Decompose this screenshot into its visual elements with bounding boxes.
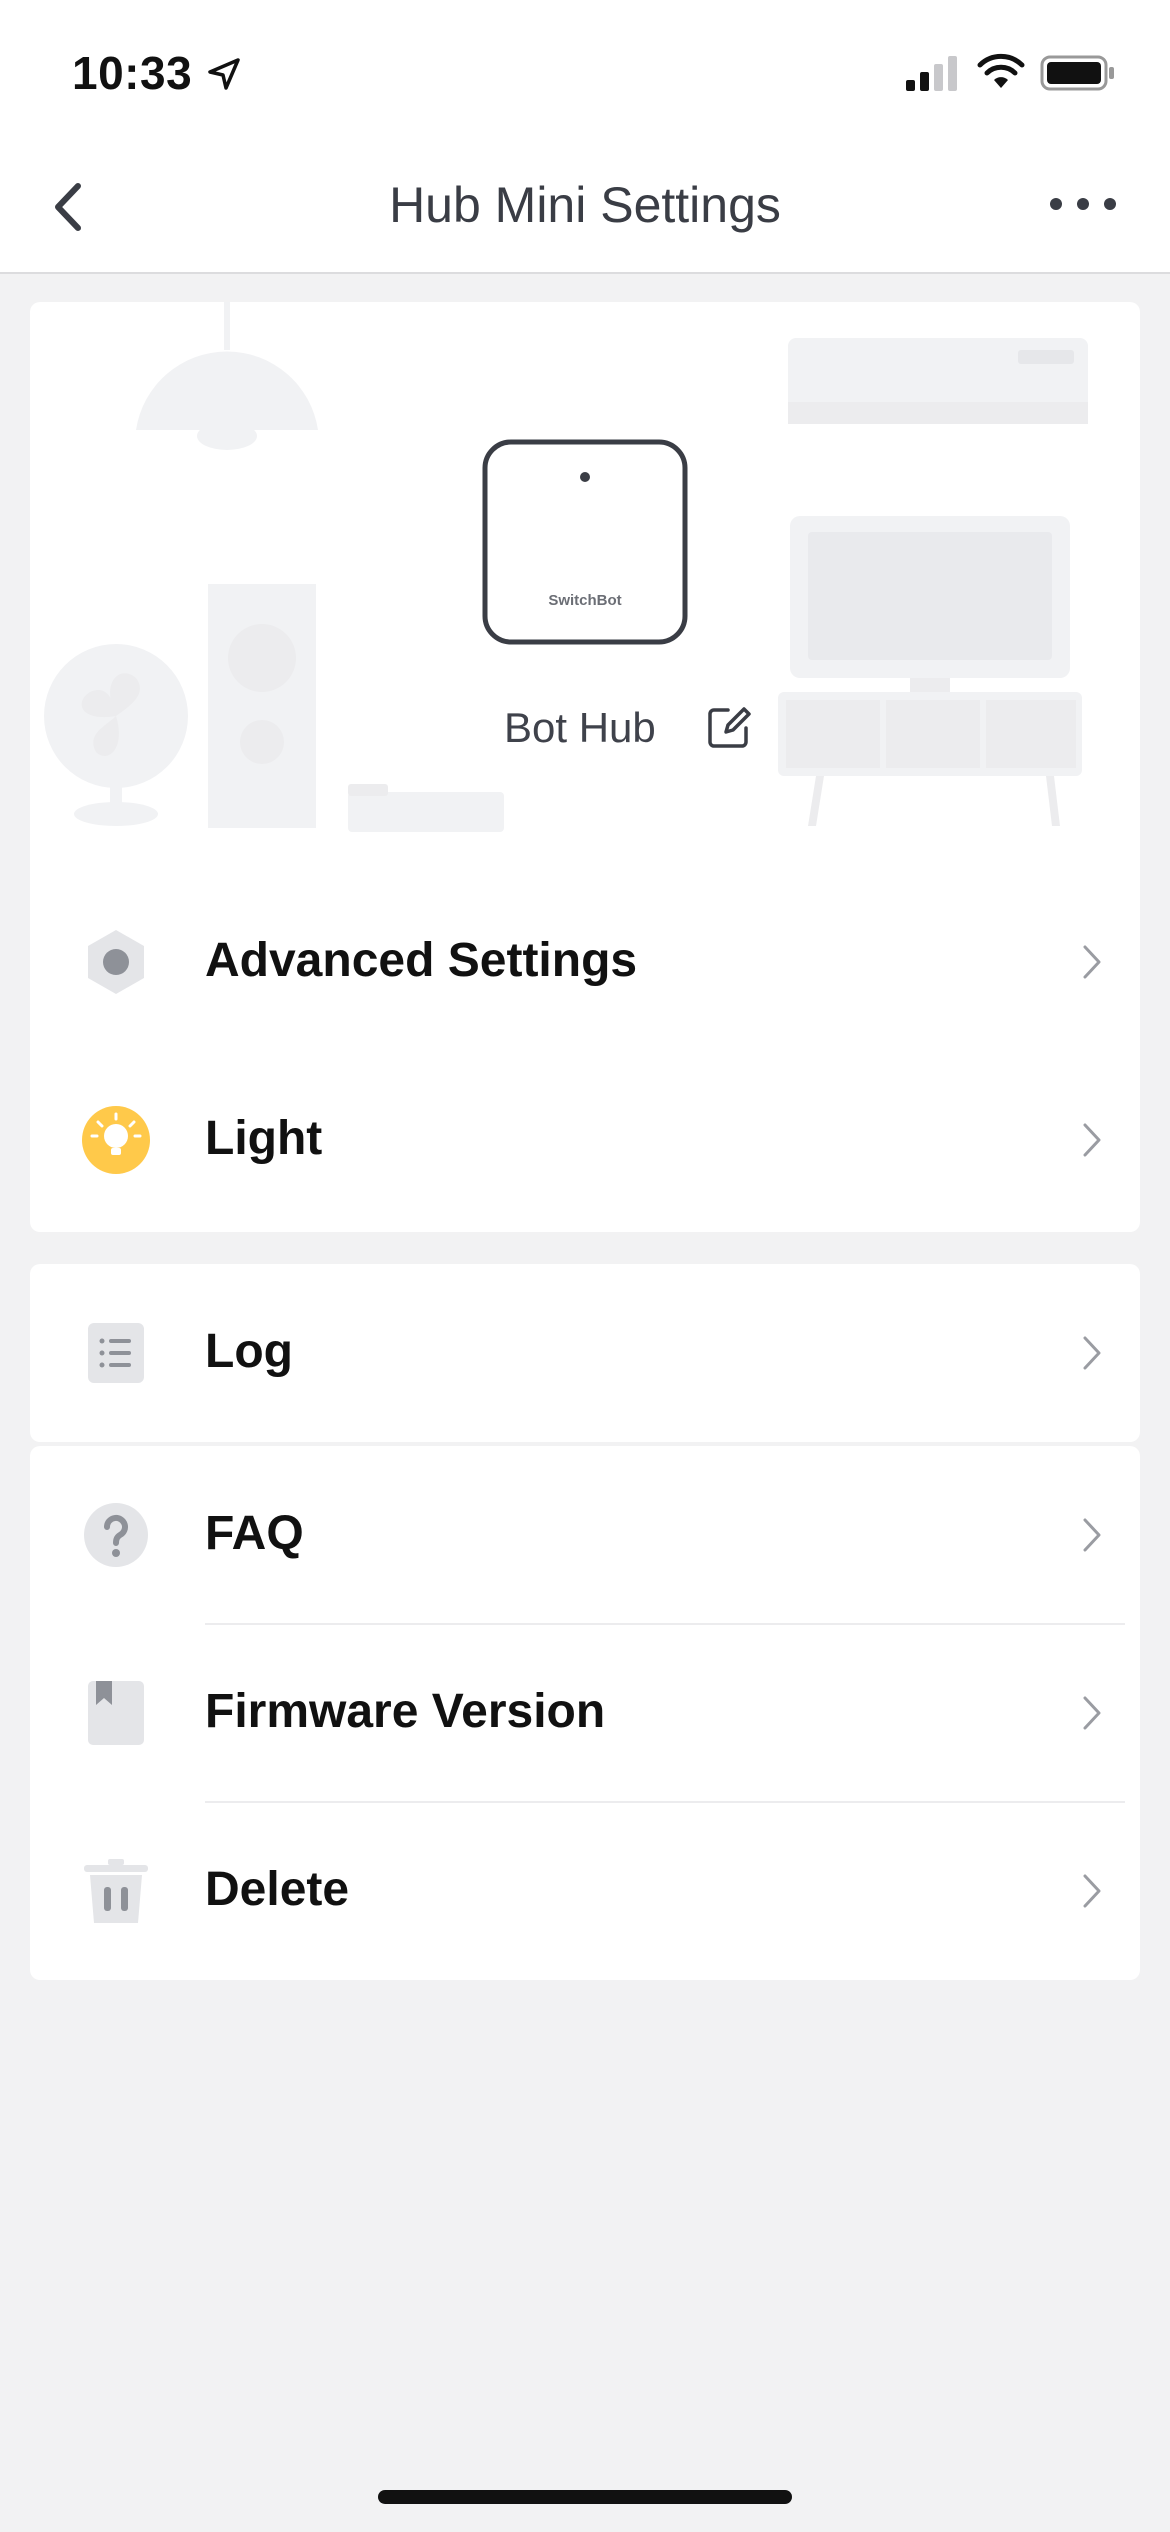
firmware-version-row[interactable]: Firmware Version [30, 1624, 1140, 1802]
chevron-right-icon [1083, 1874, 1101, 1908]
gear-icon [88, 930, 144, 994]
battery-icon [1040, 55, 1114, 91]
hub-mini-device-icon: SwitchBot [482, 439, 688, 645]
more-options-icon[interactable] [1046, 190, 1120, 218]
settings-card: FAQ Firmware Version Delete [30, 1446, 1140, 1980]
advanced-settings-label: Advanced Settings [205, 934, 638, 987]
faq-label: FAQ [205, 1507, 304, 1560]
log-list-icon [88, 1323, 144, 1383]
room-illustration: SwitchBot [44, 302, 1088, 832]
home-indicator[interactable] [378, 2490, 792, 2504]
chevron-right-icon [1083, 945, 1101, 979]
chevron-right-icon [1083, 1696, 1101, 1730]
faq-row[interactable]: FAQ [30, 1446, 1140, 1624]
edit-name-icon[interactable] [706, 704, 752, 750]
cellular-signal-icon [906, 56, 957, 91]
device-name: Bot Hub [504, 704, 656, 751]
question-icon [84, 1503, 148, 1567]
status-time: 10:33 [72, 47, 193, 99]
light-label: Light [205, 1112, 323, 1165]
lamp-illustration [136, 302, 318, 450]
firmware-version-label: Firmware Version [205, 1685, 606, 1738]
device-card: SwitchBot Bot Hub Advanced Settings Ligh… [30, 302, 1140, 1232]
page-title: Hub Mini Settings [389, 177, 781, 233]
lightbulb-icon [82, 1106, 150, 1174]
log-row[interactable]: Log [30, 1264, 1140, 1442]
wifi-icon [977, 53, 1025, 88]
chevron-right-icon [1083, 1336, 1101, 1370]
advanced-settings-row[interactable]: Advanced Settings [30, 873, 1140, 1051]
delete-label: Delete [205, 1863, 350, 1916]
bookmark-icon [88, 1681, 144, 1745]
tv-illustration [778, 516, 1082, 826]
brand-label: SwitchBot [548, 592, 621, 609]
light-row[interactable]: Light [30, 1051, 1140, 1229]
log-label: Log [205, 1325, 293, 1378]
location-arrow-icon [208, 58, 240, 90]
set-top-box-illustration [348, 784, 504, 832]
top-bar: 10:33 Hub Mini Settings [0, 0, 1170, 274]
air-conditioner-illustration [788, 338, 1088, 424]
fan-illustration [44, 644, 188, 826]
speaker-illustration [208, 584, 316, 828]
chevron-right-icon [1083, 1518, 1101, 1552]
trash-icon [84, 1859, 148, 1923]
chevron-right-icon [1083, 1123, 1101, 1157]
log-card: Log [30, 1264, 1140, 1442]
delete-row[interactable]: Delete [30, 1802, 1140, 1980]
